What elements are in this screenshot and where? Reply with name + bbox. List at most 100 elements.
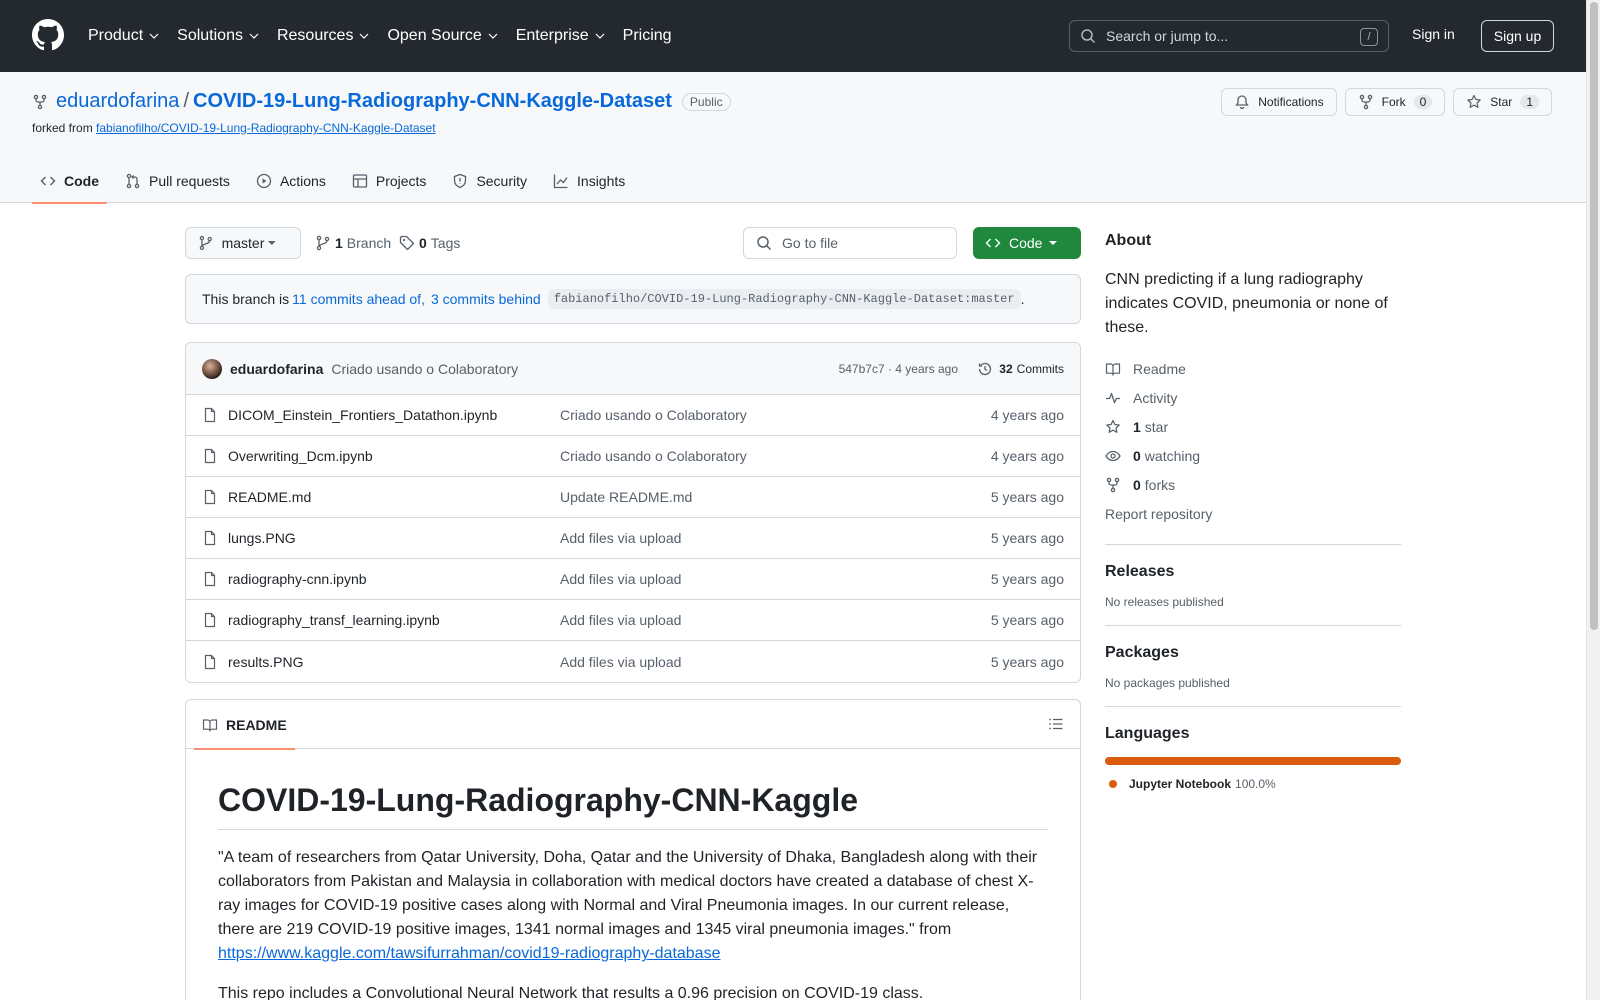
- nav-open-source[interactable]: Open Source: [387, 27, 498, 45]
- commit-message-link[interactable]: Criado usando o Colaboratory: [331, 361, 518, 377]
- language-item[interactable]: Jupyter Notebook 100.0%: [1105, 777, 1401, 791]
- sign-up-button[interactable]: Sign up: [1481, 20, 1554, 52]
- file-name-link[interactable]: results.PNG: [228, 654, 303, 670]
- tab-actions[interactable]: Actions: [248, 158, 334, 203]
- caret-down-icon: [268, 241, 277, 245]
- tab-label: Security: [476, 172, 528, 189]
- nav-product[interactable]: Product: [88, 27, 159, 45]
- scrollbar[interactable]: [1586, 0, 1600, 1000]
- nav-pricing[interactable]: Pricing: [623, 27, 672, 45]
- file-row[interactable]: results.PNG Add files via upload 5 years…: [186, 641, 1080, 682]
- code-dropdown-button[interactable]: Code: [973, 227, 1081, 259]
- branch-select-button[interactable]: master: [185, 227, 301, 259]
- language-color-dot: [1109, 780, 1117, 788]
- star-button[interactable]: Star 1: [1453, 88, 1552, 116]
- search-icon: [1081, 29, 1096, 44]
- file-icon: [204, 448, 216, 464]
- repo-owner-link[interactable]: eduardofarina: [56, 90, 179, 113]
- chevron-down-icon: [249, 33, 259, 39]
- file-commit-message[interactable]: Add files via upload: [560, 612, 681, 628]
- file-commit-message[interactable]: Criado usando o Colaboratory: [560, 407, 747, 423]
- repo-title: eduardofarina / COVID-19-Lung-Radiograph…: [32, 90, 731, 113]
- repo-name-link[interactable]: COVID-19-Lung-Radiography-CNN-Kaggle-Dat…: [193, 90, 672, 113]
- file-row[interactable]: DICOM_Einstein_Frontiers_Datathon.ipynb …: [186, 395, 1080, 436]
- nav-resources[interactable]: Resources: [277, 27, 369, 45]
- branches-link[interactable]: 1 Branch: [315, 227, 391, 259]
- tags-link[interactable]: 0 Tags: [399, 227, 460, 259]
- file-row[interactable]: radiography_transf_learning.ipynb Add fi…: [186, 600, 1080, 641]
- file-row[interactable]: radiography-cnn.ipynb Add files via uplo…: [186, 559, 1080, 600]
- readme-tab[interactable]: README: [194, 700, 295, 750]
- file-age: 5 years ago: [990, 571, 1064, 587]
- file-age: 5 years ago: [990, 653, 1064, 670]
- tab-pull-requests[interactable]: Pull requests: [117, 158, 238, 203]
- avatar[interactable]: [202, 358, 222, 379]
- file-row[interactable]: lungs.PNG Add files via upload 5 years a…: [186, 518, 1080, 559]
- commits-history-link[interactable]: 32 Commits: [977, 361, 1064, 377]
- file-name-link[interactable]: README.md: [228, 489, 311, 505]
- commits-ahead-link[interactable]: 11 commits ahead of,: [292, 291, 425, 307]
- tab-insights[interactable]: Insights: [545, 158, 633, 203]
- packages-heading[interactable]: Packages: [1105, 644, 1401, 662]
- file-commit-message[interactable]: Add files via upload: [560, 571, 681, 587]
- commits-behind-link[interactable]: 3 commits behind: [431, 291, 541, 307]
- forks-link[interactable]: 0 forks: [1105, 470, 1401, 499]
- scrollbar-thumb[interactable]: [1590, 2, 1598, 630]
- file-icon: [204, 612, 216, 628]
- readme-link[interactable]: Readme: [1105, 354, 1401, 383]
- file-name-link[interactable]: radiography-cnn.ipynb: [228, 571, 367, 587]
- language-bar: [1105, 757, 1401, 765]
- github-logo-icon[interactable]: [32, 19, 64, 51]
- book-icon: [202, 718, 218, 732]
- file-name-link[interactable]: radiography_transf_learning.ipynb: [228, 612, 440, 628]
- sign-in-link[interactable]: Sign in: [1412, 26, 1455, 42]
- file-name-link[interactable]: DICOM_Einstein_Frontiers_Datathon.ipynb: [228, 407, 497, 423]
- tag-icon: [399, 235, 415, 251]
- go-to-file-placeholder: Go to file: [782, 235, 839, 251]
- file-commit-message[interactable]: Add files via upload: [560, 654, 681, 670]
- chevron-down-icon: [149, 33, 159, 39]
- list-unordered-icon[interactable]: [1048, 716, 1064, 732]
- file-icon: [204, 489, 216, 505]
- repo-actions: Notifications Fork 0 Star 1: [1221, 88, 1552, 116]
- chevron-down-icon: [360, 33, 369, 39]
- kaggle-dataset-link[interactable]: https://www.kaggle.com/tawsifurrahman/co…: [218, 945, 720, 962]
- tag-count: 0: [419, 235, 427, 251]
- watching-label: watching: [1144, 447, 1201, 464]
- forked-from-link[interactable]: fabianofilho/COVID-19-Lung-Radiography-C…: [96, 121, 436, 135]
- git-branch-icon: [199, 235, 212, 251]
- comparison-prefix: This branch is: [202, 291, 290, 307]
- notifications-button[interactable]: Notifications: [1221, 88, 1337, 116]
- repo-forked-icon: [1359, 94, 1372, 110]
- file-commit-message[interactable]: Update README.md: [560, 489, 692, 505]
- shield-icon: [454, 173, 467, 188]
- tab-security[interactable]: Security: [444, 158, 535, 203]
- file-row[interactable]: README.md Update README.md 5 years ago: [186, 477, 1080, 518]
- search-input[interactable]: Search or jump to... /: [1069, 20, 1389, 52]
- stars-count: 1: [1133, 418, 1141, 435]
- tab-code[interactable]: Code: [32, 158, 107, 204]
- file-commit-message[interactable]: Criado usando o Colaboratory: [560, 448, 747, 464]
- language-percent: 100.0%: [1235, 777, 1276, 791]
- languages-heading: Languages: [1105, 725, 1190, 742]
- star-label: Star: [1490, 95, 1513, 109]
- file-name-link[interactable]: Overwriting_Dcm.ipynb: [228, 448, 373, 464]
- releases-heading[interactable]: Releases: [1105, 563, 1401, 581]
- watchers-link[interactable]: 0 watching: [1105, 441, 1401, 470]
- commit-sha-time[interactable]: 547b7c7 · 4 years ago: [839, 362, 958, 376]
- file-name-link[interactable]: lungs.PNG: [228, 530, 296, 546]
- file-age: 5 years ago: [990, 530, 1064, 546]
- nav-enterprise[interactable]: Enterprise: [516, 27, 605, 45]
- activity-link[interactable]: Activity: [1105, 383, 1401, 412]
- fork-button[interactable]: Fork 0: [1344, 88, 1446, 116]
- tab-projects[interactable]: Projects: [344, 158, 435, 203]
- nav-solutions[interactable]: Solutions: [177, 27, 259, 45]
- commit-author-link[interactable]: eduardofarina: [230, 361, 323, 377]
- sidebar-divider: [1105, 544, 1401, 545]
- go-to-file-input[interactable]: Go to file: [743, 227, 957, 259]
- stars-link[interactable]: 1 star: [1105, 412, 1401, 441]
- chevron-down-icon: [488, 33, 498, 39]
- report-repository-link[interactable]: Report repository: [1105, 499, 1401, 528]
- file-commit-message[interactable]: Add files via upload: [560, 530, 681, 546]
- file-row[interactable]: Overwriting_Dcm.ipynb Criado usando o Co…: [186, 436, 1080, 477]
